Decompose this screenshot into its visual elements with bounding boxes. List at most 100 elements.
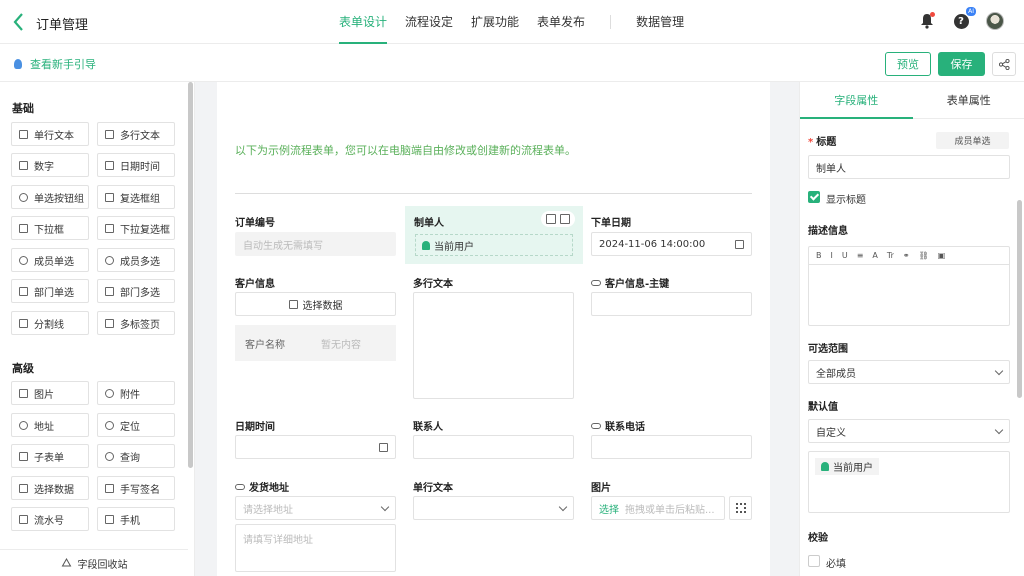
align-icon[interactable]: ≡ <box>857 251 864 260</box>
phone-input[interactable] <box>591 435 752 459</box>
user-icon <box>422 240 430 250</box>
lightbulb-icon <box>14 59 22 69</box>
tab-data-management[interactable]: 数据管理 <box>627 0 693 44</box>
comp-dept-multi[interactable]: 部门多选 <box>97 279 175 303</box>
address-detail-textarea[interactable]: 请填写详细地址 <box>235 524 396 572</box>
comp-query[interactable]: 查询 <box>97 444 175 468</box>
tab-form-publish[interactable]: 表单发布 <box>528 0 594 44</box>
default-value-select[interactable]: 自定义 <box>808 419 1010 443</box>
advanced-section-title: 高级 <box>12 362 34 375</box>
tab-extensions[interactable]: 扩展功能 <box>462 0 528 44</box>
datetime-label: 日期时间 <box>235 422 275 433</box>
copy-icon[interactable] <box>546 214 556 224</box>
comp-subform[interactable]: 子表单 <box>11 444 89 468</box>
radio-icon <box>19 192 28 202</box>
tab-field-properties[interactable]: 字段属性 <box>800 82 913 119</box>
right-scrollbar[interactable] <box>1017 200 1022 398</box>
description-editor[interactable]: B I U ≡ A Tr ⚭ ⛓ ▣ <box>808 246 1010 326</box>
comp-datetime[interactable]: 日期时间 <box>97 153 175 177</box>
ai-badge: AI <box>966 7 976 16</box>
left-scrollbar[interactable] <box>188 82 193 468</box>
default-value-box[interactable]: 当前用户 <box>808 451 1010 513</box>
comp-dropdown[interactable]: 下拉框 <box>11 216 89 240</box>
image-upload-field[interactable]: 选择 拖拽或单击后粘贴... <box>591 496 725 520</box>
tab-form-properties[interactable]: 表单属性 <box>913 82 1024 118</box>
comp-divider[interactable]: 分割线 <box>11 311 89 335</box>
user-avatar[interactable] <box>986 12 1004 30</box>
italic-icon[interactable]: I <box>831 251 833 260</box>
nav-divider <box>610 15 612 29</box>
tab-form-design[interactable]: 表单设计 <box>330 0 396 44</box>
comp-member-single[interactable]: 成员单选 <box>11 248 89 272</box>
comp-checkbox-group[interactable]: 复选框组 <box>97 185 175 209</box>
single-text-select[interactable] <box>413 496 574 520</box>
avatar-icon <box>986 12 1004 30</box>
datetime-input[interactable] <box>235 435 396 459</box>
qr-code-button[interactable] <box>729 496 752 520</box>
save-button[interactable]: 保存 <box>938 52 985 76</box>
bold-icon[interactable]: B <box>816 251 822 260</box>
field-toolbar <box>541 211 575 227</box>
comp-phone[interactable]: 手机 <box>97 507 175 531</box>
share-icon <box>998 58 1010 70</box>
chevron-left-icon[interactable] <box>12 12 28 32</box>
comp-image[interactable]: 图片 <box>11 381 89 405</box>
underline-icon[interactable]: U <box>842 251 848 260</box>
validation-label: 校验 <box>808 533 828 544</box>
preview-button[interactable]: 预览 <box>885 52 931 76</box>
comp-serial-number[interactable]: 流水号 <box>11 507 89 531</box>
comp-number[interactable]: 数字 <box>11 153 89 177</box>
customer-key-input[interactable] <box>591 292 752 316</box>
comp-dropdown-multi[interactable]: 下拉复选框 <box>97 216 175 240</box>
comp-member-multi[interactable]: 成员多选 <box>97 248 175 272</box>
comp-multi-tabs[interactable]: 多标签页 <box>97 311 175 335</box>
link-icon[interactable]: ⚭ <box>903 251 910 260</box>
range-select[interactable]: 全部成员 <box>808 360 1010 384</box>
calendar-icon <box>379 442 388 452</box>
dropdown-icon <box>19 223 28 233</box>
tab-process-settings[interactable]: 流程设定 <box>396 0 462 44</box>
phone-label: 联系电话 <box>591 418 645 433</box>
newbie-guide-link[interactable]: 查看新手引导 <box>14 56 96 72</box>
select-data-button[interactable]: 选择数据 <box>235 292 396 316</box>
comp-multi-text[interactable]: 多行文本 <box>97 122 175 146</box>
show-title-checkbox[interactable] <box>808 191 820 203</box>
basic-section-title: 基础 <box>12 102 34 115</box>
multiline-textarea[interactable] <box>413 292 574 399</box>
font-color-icon[interactable]: A <box>872 251 877 260</box>
field-recycle-bin[interactable]: 字段回收站 <box>0 549 188 576</box>
address-select[interactable]: 请选择地址 <box>235 496 396 520</box>
image-label: 图片 <box>591 483 611 494</box>
contact-input[interactable] <box>413 435 574 459</box>
bell-icon[interactable] <box>918 12 936 30</box>
comp-signature[interactable]: 手写签名 <box>97 476 175 500</box>
comp-attachment[interactable]: 附件 <box>97 381 175 405</box>
department-icon <box>19 286 28 296</box>
help-ai-button[interactable]: ? AI <box>952 7 976 30</box>
order-date-input[interactable]: 2024-11-06 14:00:00 <box>591 232 752 256</box>
number-icon <box>19 160 28 170</box>
required-checkbox[interactable] <box>808 555 820 567</box>
comp-single-text[interactable]: 单行文本 <box>11 122 89 146</box>
comp-select-data[interactable]: 选择数据 <box>11 476 89 500</box>
title-prop-label: * 标题 <box>808 137 837 148</box>
top-icons: ? AI <box>918 7 1004 30</box>
image-icon[interactable]: ▣ <box>938 251 946 260</box>
share-button[interactable] <box>992 52 1016 76</box>
comp-address[interactable]: 地址 <box>11 413 89 437</box>
font-size-icon[interactable]: Tr <box>887 251 894 260</box>
trash-icon[interactable] <box>560 214 570 224</box>
comp-dept-single[interactable]: 部门单选 <box>11 279 89 303</box>
chevron-down-icon <box>994 425 1004 434</box>
comp-location[interactable]: 定位 <box>97 413 175 437</box>
image-select-link[interactable]: 选择 <box>599 501 619 516</box>
customer-subtable: 客户名称 暂无内容 <box>235 325 396 361</box>
creator-field-selected[interactable]: 制单人 当前用户 <box>405 206 583 264</box>
order-no-input: 自动生成无需填写 <box>235 232 396 256</box>
unlink-icon[interactable]: ⛓ <box>919 251 929 260</box>
title-input[interactable]: 制单人 <box>808 155 1010 179</box>
image-icon <box>19 388 28 398</box>
calendar-icon <box>735 239 744 249</box>
tabs-icon <box>105 318 114 328</box>
comp-radio-group[interactable]: 单选按钮组 <box>11 185 89 209</box>
